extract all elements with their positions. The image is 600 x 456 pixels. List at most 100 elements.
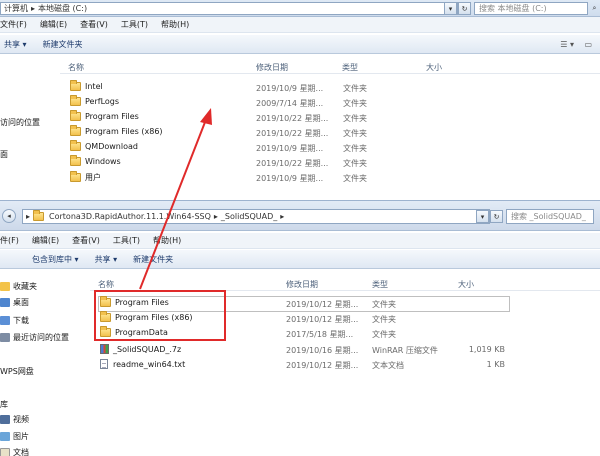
folder-icon [70, 140, 81, 151]
crumb-computer[interactable]: 计算机 [4, 3, 28, 14]
menu-view[interactable]: 查看(V) [72, 235, 100, 246]
nav-item-label: 下载 [13, 316, 29, 325]
nav-item-label: 访问的位置 [0, 118, 40, 127]
file-type: 文本文档 [372, 361, 404, 370]
file-row[interactable]: Intel 2019/10/9 星期... 文件夹 [70, 80, 590, 96]
file-name: Program Files (x86) [85, 127, 163, 136]
file-type: 文件夹 [343, 159, 367, 168]
video-icon [0, 415, 10, 424]
back-arrow-icon[interactable]: ◂ [2, 209, 16, 223]
file-name: 用户 [85, 173, 101, 182]
download-icon [0, 316, 10, 325]
search-placeholder: 搜索 本地磁盘 (C:) [479, 4, 547, 13]
bottom-column-header: 名称 修改日期 类型 大小 [90, 277, 600, 291]
column-name[interactable]: 名称 [68, 62, 84, 73]
file-type: 文件夹 [372, 330, 396, 339]
menu-file[interactable]: 文件(F) [0, 19, 27, 30]
file-date: 2019/10/9 星期... [256, 174, 324, 183]
nav-downloads[interactable]: 下载 [0, 315, 29, 326]
nav-desktop[interactable]: 桌面 [0, 297, 29, 308]
bottom-toolbar: 包含到库中 ▾ 共享 ▾ 新建文件夹 [0, 250, 600, 269]
file-row[interactable]: QMDownload 2019/10/9 星期... 文件夹 [70, 140, 590, 156]
menu-edit[interactable]: 编辑(E) [32, 235, 59, 246]
dropdown-arrow-icon[interactable]: ▾ [444, 2, 457, 15]
menu-view[interactable]: 查看(V) [80, 19, 108, 30]
refresh-icon[interactable]: ↻ [490, 210, 503, 223]
file-name: readme_win64.txt [113, 359, 186, 369]
file-type: 文件夹 [372, 300, 396, 309]
menu-tools[interactable]: 工具(T) [113, 235, 140, 246]
bottom-search-input[interactable]: 搜索 _SolidSQUAD_ [506, 209, 594, 224]
top-search-input[interactable]: 搜索 本地磁盘 (C:) [474, 2, 588, 15]
nav-recent-places[interactable]: 最近访问的位置 [0, 332, 69, 343]
column-size[interactable]: 大小 [458, 279, 474, 290]
share-button[interactable]: 共享 ▾ [4, 39, 27, 50]
column-type[interactable]: 类型 [342, 62, 358, 73]
nav-pictures[interactable]: 图片 [0, 431, 29, 442]
file-size: 1 KB [486, 360, 505, 369]
file-row[interactable]: Program Files 2019/10/22 星期... 文件夹 [70, 110, 590, 126]
menu-help[interactable]: 帮助(H) [161, 19, 189, 30]
crumb-cortona[interactable]: Cortona3D.RapidAuthor.11.1.Win64-SSQ [49, 212, 211, 221]
nav-videos[interactable]: 视频 [0, 414, 29, 425]
menu-tools[interactable]: 工具(T) [121, 19, 148, 30]
nav-desktop[interactable]: 面 [0, 149, 8, 160]
bottom-address-field[interactable]: ▸ Cortona3D.RapidAuthor.11.1.Win64-SSQ ▸… [22, 209, 490, 224]
file-row[interactable]: Program Files (x86) 2019/10/22 星期... 文件夹 [70, 125, 590, 141]
column-date[interactable]: 修改日期 [256, 62, 288, 73]
new-folder-button[interactable]: 新建文件夹 [43, 39, 83, 50]
file-date: 2019/10/9 星期... [256, 84, 324, 93]
nav-item-label: 面 [0, 150, 8, 159]
new-folder-button[interactable]: 新建文件夹 [133, 254, 173, 265]
file-size: 1,019 KB [468, 345, 505, 354]
menu-file[interactable]: 件(F) [0, 235, 19, 246]
column-type[interactable]: 类型 [372, 279, 388, 290]
nav-item-label: 桌面 [13, 298, 29, 307]
file-row[interactable]: PerfLogs 2009/7/14 星期... 文件夹 [70, 95, 590, 111]
file-date: 2019/10/12 星期... [286, 361, 359, 370]
file-name: PerfLogs [85, 97, 120, 106]
preview-pane-icon[interactable]: ▭ [584, 40, 592, 49]
nav-favorites[interactable]: 收藏夹 [0, 281, 37, 292]
file-row[interactable]: Windows 2019/10/22 星期... 文件夹 [70, 155, 590, 171]
nav-libraries[interactable]: 库 [0, 399, 8, 410]
dropdown-arrow-icon[interactable]: ▾ [476, 210, 489, 223]
file-row[interactable]: readme_win64.txt 2019/10/12 星期... 文本文档 1… [100, 358, 510, 373]
view-options-icon[interactable]: ☰ ▾ [560, 40, 574, 49]
folder-icon [33, 210, 45, 221]
file-row[interactable]: 用户 2019/10/9 星期... 文件夹 [70, 171, 590, 186]
nav-recent-places[interactable]: 访问的位置 [0, 117, 40, 128]
file-type: WinRAR 压缩文件 [372, 346, 438, 355]
file-type: 文件夹 [343, 84, 367, 93]
search-icon[interactable]: ⌕ [588, 2, 600, 15]
bottom-menu-bar: 件(F) 编辑(E) 查看(V) 工具(T) 帮助(H) [0, 233, 600, 249]
star-icon [0, 282, 10, 291]
include-in-library-button[interactable]: 包含到库中 ▾ [32, 254, 79, 265]
menu-help[interactable]: 帮助(H) [153, 235, 181, 246]
refresh-icon[interactable]: ↻ [458, 2, 471, 15]
file-date: 2019/10/22 星期... [256, 159, 329, 168]
menu-edit[interactable]: 编辑(E) [40, 19, 67, 30]
crumb-local-disk[interactable]: 本地磁盘 (C:) [38, 3, 87, 14]
column-size[interactable]: 大小 [426, 62, 442, 73]
file-date: 2019/10/22 星期... [256, 114, 329, 123]
nav-item-label: 库 [0, 400, 8, 409]
top-address-field[interactable]: 计算机 ▸ 本地磁盘 (C:) [0, 2, 458, 15]
file-row[interactable]: _SolidSQUAD_.7z 2019/10/16 星期... WinRAR … [100, 343, 510, 358]
file-type: 文件夹 [343, 144, 367, 153]
column-date[interactable]: 修改日期 [286, 279, 318, 290]
nav-documents[interactable]: 文档 [0, 447, 29, 456]
picture-icon [0, 432, 10, 441]
bottom-address-bar: ◂ ▸ Cortona3D.RapidAuthor.11.1.Win64-SSQ… [0, 201, 600, 231]
crumb-solidsquad[interactable]: _SolidSQUAD_ [221, 212, 277, 221]
file-name: Program Files [85, 112, 139, 121]
top-column-header: 名称 修改日期 类型 大小 [60, 60, 600, 74]
folder-icon [70, 80, 81, 91]
file-date: 2019/10/22 星期... [256, 129, 329, 138]
nav-wps-cloud[interactable]: WPS网盘 [0, 366, 34, 377]
share-button[interactable]: 共享 ▾ [95, 254, 118, 265]
file-name: _SolidSQUAD_.7z [113, 344, 182, 354]
column-name[interactable]: 名称 [98, 279, 114, 290]
nav-item-label: 最近访问的位置 [13, 333, 69, 342]
file-date: 2019/10/12 星期... [286, 300, 359, 309]
